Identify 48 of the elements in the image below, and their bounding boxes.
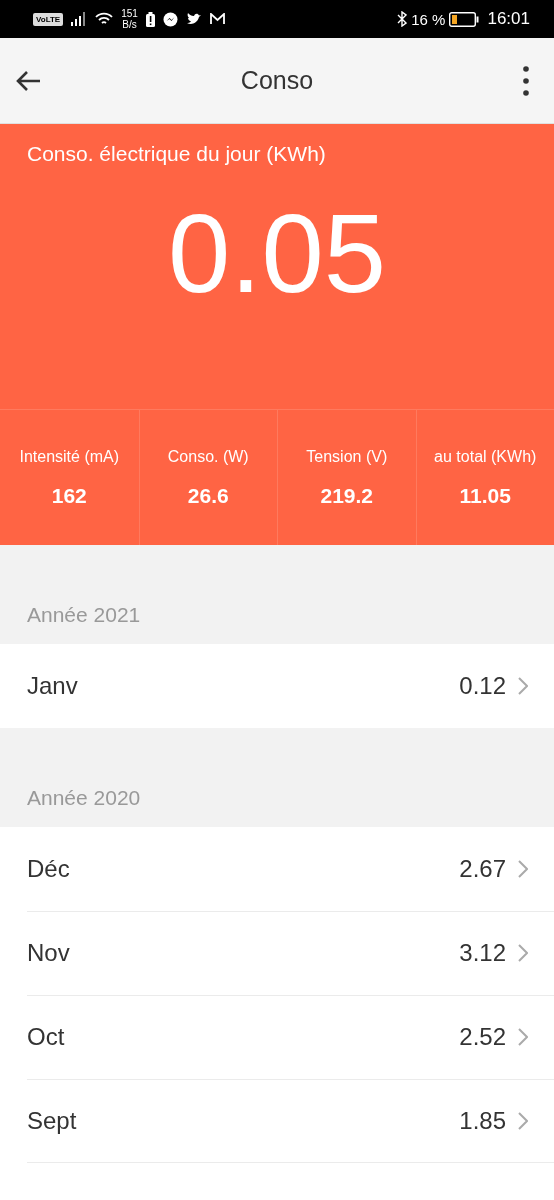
stat-label: Intensité (mA) <box>19 447 120 466</box>
month-value: 3.12 <box>459 939 506 967</box>
clock-time: 16:01 <box>487 9 530 29</box>
battery-alert-icon <box>145 11 155 27</box>
bluetooth-icon <box>397 11 408 27</box>
chevron-right-icon <box>518 1028 528 1046</box>
battery-percent: 16 % <box>411 10 446 28</box>
month-row[interactable]: Nov 3.12 <box>0 911 554 995</box>
mail-icon <box>209 13 225 25</box>
month-name: Déc <box>27 855 70 883</box>
month-value: 2.67 <box>459 855 506 883</box>
chevron-right-icon <box>518 860 528 878</box>
month-row[interactable]: Déc 2.67 <box>0 827 554 911</box>
month-row[interactable]: Sept 1.85 <box>0 1079 554 1163</box>
stat-label: au total (KWh) <box>434 447 537 466</box>
daily-consumption-value: 0.05 <box>167 198 387 310</box>
month-name: Oct <box>27 1023 65 1051</box>
month-name: Sept <box>27 1107 77 1135</box>
back-arrow-icon <box>15 69 41 92</box>
stat-value: 26.6 <box>187 483 229 508</box>
messenger-icon <box>162 11 178 27</box>
volte-badge: VoLTE <box>33 12 64 26</box>
month-row[interactable]: Oct 2.52 <box>0 995 554 1079</box>
month-name: Nov <box>27 939 70 967</box>
chevron-right-icon <box>518 1112 528 1130</box>
wifi-icon <box>95 12 114 26</box>
month-name: Janv <box>27 672 78 700</box>
daily-consumption-label: Conso. électrique du jour (KWh) <box>27 142 327 166</box>
speed-unit: B/s <box>122 19 137 30</box>
battery-icon <box>449 11 480 27</box>
stat-value: 219.2 <box>320 483 374 508</box>
chevron-right-icon <box>518 944 528 962</box>
bird-icon <box>185 12 202 26</box>
signal-icon <box>71 12 88 26</box>
section-header: Année 2021 <box>27 603 141 626</box>
month-value: 2.52 <box>459 1023 506 1051</box>
more-options-icon <box>523 65 529 96</box>
stat-value: 162 <box>51 483 87 508</box>
month-value: 1.85 <box>459 1107 506 1135</box>
chevron-right-icon <box>518 677 528 695</box>
month-row[interactable]: Janv 0.12 <box>0 644 554 728</box>
network-speed: 151 <box>121 8 138 19</box>
screen-title: Conso <box>239 66 315 95</box>
section-header: Année 2020 <box>27 786 141 809</box>
stat-label: Conso. (W) <box>167 447 249 466</box>
stat-label: Tension (V) <box>306 447 388 466</box>
stat-value: 11.05 <box>459 483 511 508</box>
month-value: 0.12 <box>459 672 506 700</box>
